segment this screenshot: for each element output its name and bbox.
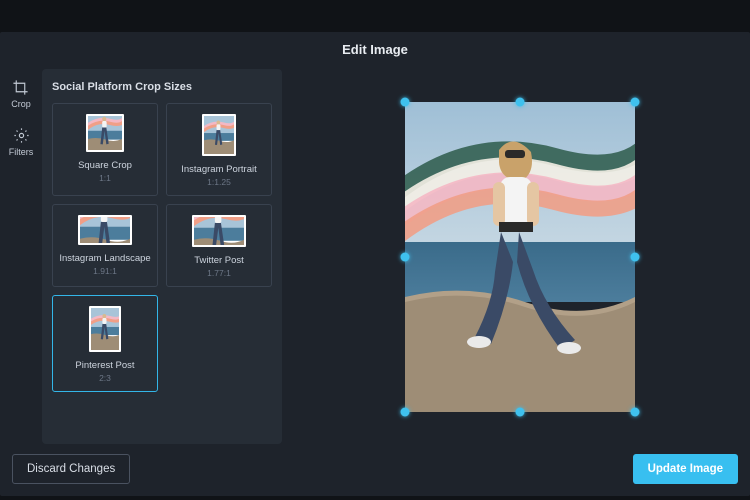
crop-option-label: Twitter Post: [194, 255, 244, 266]
crop-handle-tc[interactable]: [516, 97, 525, 106]
modal-title: Edit Image: [0, 32, 750, 69]
crop-option-square-crop[interactable]: Square Crop 1:1: [52, 103, 158, 196]
crop-handle-br[interactable]: [631, 407, 640, 416]
crop-thumb: [202, 114, 236, 156]
crop-handle-bc[interactable]: [516, 407, 525, 416]
crop-thumb: [86, 114, 124, 152]
crop-option-label: Square Crop: [78, 160, 132, 171]
crop-thumb: [89, 306, 121, 352]
crop-thumb: [192, 215, 246, 247]
crop-option-pinterest-post[interactable]: Pinterest Post 2:3: [52, 295, 158, 392]
filters-icon: [13, 127, 30, 144]
tool-crop[interactable]: Crop: [11, 79, 31, 109]
modal-content: Crop Filters Social Platform Crop Sizes …: [0, 69, 750, 444]
crop-thumb: [78, 215, 132, 245]
tool-rail: Crop Filters: [0, 69, 42, 444]
crop-options-grid: Square Crop1:1Instagram Portrait1:1.25In…: [52, 103, 272, 392]
crop-option-instagram-landscape[interactable]: Instagram Landscape 1.91:1: [52, 204, 158, 287]
update-button[interactable]: Update Image: [633, 454, 738, 484]
crop-handle-mr[interactable]: [631, 252, 640, 261]
crop-handle-ml[interactable]: [401, 252, 410, 261]
modal-footer: Discard Changes Update Image: [0, 444, 750, 496]
crop-option-ratio: 1.77:1: [207, 268, 231, 278]
crop-icon: [12, 79, 29, 96]
photo-preview: [405, 102, 635, 412]
image-canvas[interactable]: [290, 69, 750, 444]
tool-filters[interactable]: Filters: [9, 127, 34, 157]
crop-option-twitter-post[interactable]: Twitter Post 1.77:1: [166, 204, 272, 287]
panel-title: Social Platform Crop Sizes: [52, 81, 272, 93]
crop-option-instagram-portrait[interactable]: Instagram Portrait 1:1.25: [166, 103, 272, 196]
tool-crop-label: Crop: [11, 99, 31, 109]
crop-handle-tl[interactable]: [401, 97, 410, 106]
crop-option-label: Pinterest Post: [75, 360, 134, 371]
crop-option-ratio: 2:3: [99, 373, 111, 383]
crop-option-ratio: 1.91:1: [93, 266, 117, 276]
crop-option-label: Instagram Portrait: [181, 164, 257, 175]
crop-option-ratio: 1:1.25: [207, 177, 231, 187]
crop-handle-tr[interactable]: [631, 97, 640, 106]
crop-sizes-panel: Social Platform Crop Sizes Square Crop 1:…: [42, 69, 282, 444]
crop-handle-bl[interactable]: [401, 407, 410, 416]
discard-button[interactable]: Discard Changes: [12, 454, 130, 484]
crop-region[interactable]: [405, 102, 635, 412]
tool-filters-label: Filters: [9, 147, 34, 157]
crop-option-label: Instagram Landscape: [59, 253, 150, 264]
edit-image-modal: Edit Image Crop Filters Social Platform …: [0, 32, 750, 496]
crop-option-ratio: 1:1: [99, 173, 111, 183]
